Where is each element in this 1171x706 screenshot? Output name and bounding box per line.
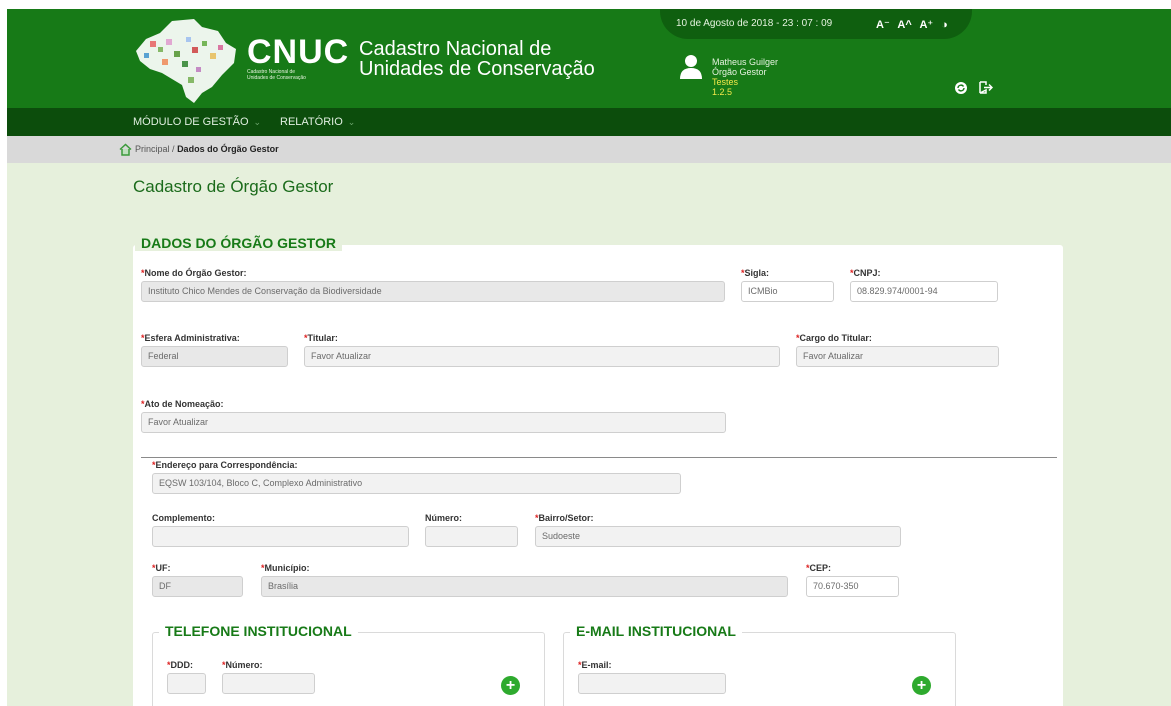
endereco-label: *Endereço para Correspondência: <box>152 460 298 470</box>
bairro-label-text: Bairro/Setor: <box>538 513 594 523</box>
menu-item-label: RELATÓRIO <box>280 116 343 128</box>
cnpj-label: *CNPJ: <box>850 268 881 278</box>
numero-label: Número: <box>425 513 462 523</box>
app-title-line1: Cadastro Nacional de <box>359 38 552 60</box>
header: CNUC Cadastro Nacional de Unidades de Co… <box>7 9 1171 108</box>
ddd-label: *DDD: <box>167 660 193 670</box>
app-title: Cadastro Nacional de Unidades de Conserv… <box>359 39 595 79</box>
uf-label-text: UF: <box>155 563 171 573</box>
telefone-numero-label-text: Número: <box>225 660 263 670</box>
complemento-field[interactable] <box>152 526 409 547</box>
ato-label: *Ato de Nomeação: <box>141 399 224 409</box>
titular-label-text: Titular: <box>307 333 338 343</box>
endereco-field[interactable]: EQSW 103/104, Bloco C, Complexo Administ… <box>152 473 681 494</box>
esfera-label: *Esfera Administrativa: <box>141 333 240 343</box>
sigla-label-text: Sigla: <box>744 268 770 278</box>
cep-field[interactable]: 70.670-350 <box>806 576 899 597</box>
breadcrumb-home-link[interactable]: Principal <box>135 144 170 154</box>
menu-item-relatorio[interactable]: RELATÓRIO ⌄ <box>280 116 355 128</box>
municipio-label: *Município: <box>261 563 310 573</box>
breadcrumb-text: Principal / Dados do Órgão Gestor <box>135 144 279 154</box>
user-role: Órgão Gestor <box>712 67 767 77</box>
form-panel: DADOS DO ÓRGÃO GESTOR *Nome do Órgão Ges… <box>133 235 1063 706</box>
titular-field[interactable]: Favor Atualizar <box>304 346 780 367</box>
breadcrumb-current: Dados do Órgão Gestor <box>177 144 279 154</box>
refresh-icon[interactable] <box>955 81 971 97</box>
email-title: E-MAIL INSTITUCIONAL <box>570 623 742 639</box>
font-reset-button[interactable]: A^ <box>897 19 911 31</box>
uf-label: *UF: <box>152 563 171 573</box>
chevron-down-icon: ⌄ <box>347 117 356 127</box>
section-title-dados: DADOS DO ÓRGÃO GESTOR <box>135 235 342 251</box>
logo-text: CNUC <box>247 33 350 71</box>
environment-label: Testes <box>712 77 739 87</box>
cargo-label: *Cargo do Titular: <box>796 333 872 343</box>
cnpj-label-text: CNPJ: <box>853 268 881 278</box>
main-menu: MÓDULO DE GESTÃO ⌄ RELATÓRIO ⌄ <box>7 108 1171 136</box>
user-icon <box>680 55 702 79</box>
bairro-field[interactable]: Sudoeste <box>535 526 901 547</box>
complemento-label-text: Complemento: <box>152 513 215 523</box>
chevron-down-icon: ⌄ <box>253 117 262 127</box>
sigla-field[interactable]: ICMBio <box>741 281 834 302</box>
logo-subtitle-line2: Unidades de Conservação <box>247 75 306 81</box>
email-box: E-MAIL INSTITUCIONAL *E-mail: + <box>563 623 956 706</box>
user-name: Matheus Guilger <box>712 57 779 67</box>
bairro-label: *Bairro/Setor: <box>535 513 594 523</box>
municipio-field[interactable]: Brasília <box>261 576 788 597</box>
home-icon[interactable] <box>119 143 132 156</box>
font-decrease-button[interactable]: A⁻ <box>876 19 890 31</box>
header-controls <box>955 81 1001 97</box>
cep-label: *CEP: <box>806 563 831 573</box>
municipio-label-text: Município: <box>264 563 310 573</box>
add-telefone-button[interactable]: + <box>501 676 520 695</box>
brazil-map-logo-icon <box>136 19 236 103</box>
font-size-controls: A⁻ A^ A⁺ ◑ <box>876 18 953 31</box>
cargo-field[interactable]: Favor Atualizar <box>796 346 999 367</box>
contrast-toggle-icon[interactable]: ◑ <box>941 19 948 31</box>
cargo-label-text: Cargo do Titular: <box>799 333 872 343</box>
page-title: Cadastro de Órgão Gestor <box>133 177 334 196</box>
telefone-title: TELEFONE INSTITUCIONAL <box>159 623 358 639</box>
telefone-box: TELEFONE INSTITUCIONAL *DDD: *Número: + <box>152 623 545 706</box>
datetime: 10 de Agosto de 2018 - 23 : 07 : 09 <box>676 18 833 29</box>
email-label-text: E-mail: <box>581 660 612 670</box>
font-increase-button[interactable]: A⁺ <box>919 19 933 31</box>
titular-label: *Titular: <box>304 333 338 343</box>
breadcrumb: Principal / Dados do Órgão Gestor <box>7 136 1171 163</box>
cnpj-field[interactable]: 08.829.974/0001-94 <box>850 281 998 302</box>
ddd-label-text: DDD: <box>170 660 194 670</box>
breadcrumb-separator: / <box>172 144 175 154</box>
menu-item-modulo-gestao[interactable]: MÓDULO DE GESTÃO ⌄ <box>133 116 261 128</box>
complemento-label: Complemento: <box>152 513 215 523</box>
logout-icon[interactable] <box>979 81 993 97</box>
menu-item-label: MÓDULO DE GESTÃO <box>133 116 249 128</box>
esfera-label-text: Esfera Administrativa: <box>144 333 240 343</box>
telefone-numero-label: *Número: <box>222 660 263 670</box>
logo-subtitle: Cadastro Nacional de Unidades de Conserv… <box>247 69 337 81</box>
email-field[interactable] <box>578 673 726 694</box>
numero-field[interactable] <box>425 526 518 547</box>
nome-label: *Nome do Órgão Gestor: <box>141 268 247 278</box>
nome-field[interactable]: Instituto Chico Mendes de Conservação da… <box>141 281 725 302</box>
nome-label-text: Nome do Órgão Gestor: <box>144 268 247 278</box>
add-email-button[interactable]: + <box>912 676 931 695</box>
section-divider <box>141 457 1057 458</box>
numero-label-text: Número: <box>425 513 463 523</box>
app-title-line2: Unidades de Conservação <box>359 58 595 80</box>
sigla-label: *Sigla: <box>741 268 769 278</box>
email-label: *E-mail: <box>578 660 612 670</box>
telefone-numero-field[interactable] <box>222 673 315 694</box>
ato-label-text: Ato de Nomeação: <box>144 399 224 409</box>
ddd-field[interactable] <box>167 673 206 694</box>
user-info: Matheus Guilger Órgão Gestor Testes 1.2.… <box>712 57 778 97</box>
uf-field[interactable]: DF <box>152 576 243 597</box>
cep-label-text: CEP: <box>809 563 832 573</box>
esfera-field[interactable]: Federal <box>141 346 288 367</box>
app-frame: CNUC Cadastro Nacional de Unidades de Co… <box>7 9 1171 706</box>
version-label: 1.2.5 <box>712 87 733 97</box>
endereco-label-text: Endereço para Correspondência: <box>155 460 298 470</box>
ato-field[interactable]: Favor Atualizar <box>141 412 726 433</box>
